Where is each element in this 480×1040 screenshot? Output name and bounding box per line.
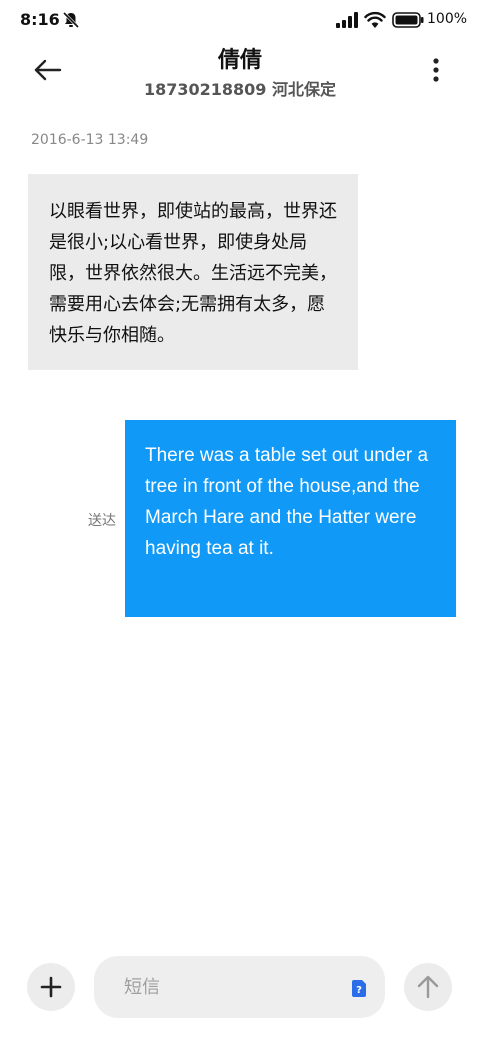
outgoing-message-bubble[interactable]: There was a table set out under a tree i…: [125, 420, 456, 617]
conversation-header: 倩倩 18730218809 河北保定: [0, 40, 480, 110]
battery-percentage: 100%: [427, 11, 468, 27]
send-arrow-icon: [417, 975, 439, 999]
delivery-status: 送达: [88, 513, 116, 529]
wifi-icon: [364, 11, 386, 28]
mute-icon: [62, 11, 80, 29]
plus-icon: [40, 976, 62, 998]
status-bar: 8:16 100%: [0, 0, 480, 40]
send-button[interactable]: [404, 963, 452, 1011]
svg-text:?: ?: [356, 985, 362, 996]
more-vertical-icon[interactable]: [424, 54, 448, 86]
message-input[interactable]: [122, 968, 346, 1006]
sim-card-icon[interactable]: ?: [352, 980, 366, 997]
incoming-message-bubble[interactable]: 以眼看世界，即使站的最高，世界还是很小;以心看世界，即使身处局限，世界依然很大。…: [28, 174, 358, 370]
status-time: 8:16: [20, 10, 60, 29]
message-composer: ?: [94, 956, 385, 1018]
contact-detail: 18730218809 河北保定: [143, 80, 337, 99]
contact-name[interactable]: 倩倩: [0, 42, 480, 74]
signal-icon: [336, 12, 358, 28]
message-timestamp: 2016-6-13 13:49: [31, 132, 149, 148]
battery-icon: [392, 12, 424, 28]
add-attachment-button[interactable]: [27, 963, 75, 1011]
